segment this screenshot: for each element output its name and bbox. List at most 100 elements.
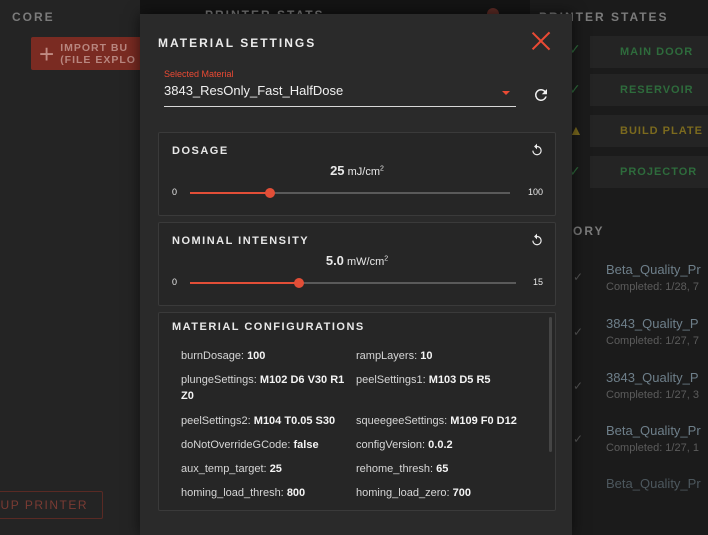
left-panel: [0, 0, 140, 535]
plus-icon: +: [39, 38, 55, 69]
reset-icon[interactable]: [530, 233, 544, 247]
config-value: 10: [420, 350, 433, 362]
close-icon[interactable]: [530, 30, 552, 52]
config-title: MATERIAL CONFIGURATIONS: [172, 321, 365, 333]
config-rehome-thresh: rehome_thresh: 65: [356, 461, 448, 477]
history-name: Beta_Quality_Pr: [606, 262, 701, 277]
setup-printer-button[interactable]: UP PRINTER: [0, 491, 103, 519]
intensity-card: NOMINAL INTENSITY 5.0 mW/cm2 0 15: [158, 222, 556, 306]
config-value: 100: [247, 350, 266, 362]
intensity-slider-thumb[interactable]: [293, 278, 304, 288]
history-date: Completed: 1/27, 7: [606, 335, 699, 347]
dosage-card: DOSAGE 25 mJ/cm2 0 100: [158, 132, 556, 216]
reset-icon[interactable]: [530, 143, 544, 157]
intensity-slider[interactable]: [190, 278, 516, 288]
config-value: false: [293, 439, 319, 451]
config-value: 700: [452, 487, 471, 499]
history-date: Completed: 1/27, 1: [606, 442, 699, 454]
intensity-min: 0: [172, 277, 178, 287]
config-plunge-settings: plungeSettings: M102 D6 V30 R1 Z0: [181, 372, 356, 404]
config-key: homing_load_zero:: [356, 487, 450, 499]
intensity-slider-fill: [190, 282, 299, 284]
intensity-value: 5.0: [325, 253, 344, 268]
config-value: 800: [286, 487, 306, 499]
dosage-slider-fill: [190, 192, 270, 194]
state-main-door[interactable]: MAIN DOOR: [590, 36, 708, 68]
dialog-title: MATERIAL SETTINGS: [158, 36, 317, 50]
config-value: 25: [269, 463, 282, 475]
history-name: Beta_Quality_Pr: [606, 476, 701, 491]
import-button-label: IMPORT BU (FILE EXPLO: [60, 41, 136, 66]
check-icon: ✓: [573, 270, 584, 284]
config-key: rampLayers:: [356, 350, 418, 362]
state-label: PROJECTOR: [620, 166, 698, 178]
config-value: 0.0.2: [428, 439, 453, 451]
dosage-slider[interactable]: [190, 188, 510, 198]
state-build-plate[interactable]: BUILD PLATE: [590, 115, 708, 147]
history-item[interactable]: Beta_Quality_Pr Completed: 1/27, 1: [606, 423, 708, 454]
intensity-value-display: 5.0 mW/cm2: [159, 253, 555, 268]
config-key: rehome_thresh:: [356, 463, 434, 475]
check-icon: ✓: [573, 379, 584, 393]
history-name: Beta_Quality_Pr: [606, 423, 701, 438]
history-item[interactable]: Beta_Quality_Pr Completed: 1/28, 7: [606, 262, 708, 293]
dosage-value-display: 25 mJ/cm2: [159, 163, 555, 178]
config-key: plungeSettings:: [181, 374, 257, 386]
config-value: M104 T0.05 S30: [253, 415, 336, 427]
history-name: 3843_Quality_P: [606, 370, 699, 385]
config-scrollbar[interactable]: [549, 317, 552, 452]
dosage-title: DOSAGE: [172, 145, 229, 157]
dosage-max: 100: [527, 187, 543, 197]
dosage-min: 0: [172, 187, 178, 197]
history-title: ORY: [573, 224, 605, 238]
config-do-not-override-gcode: doNotOverrideGCode: false: [181, 437, 319, 453]
config-burn-dosage: burnDosage: 100: [181, 348, 265, 364]
config-key: burnDosage:: [181, 350, 244, 362]
dosage-value: 25: [330, 163, 345, 178]
config-key: doNotOverrideGCode:: [181, 439, 291, 451]
config-aux-temp-target: aux_temp_target: 25: [181, 461, 282, 477]
state-label: RESERVOIR: [620, 84, 694, 96]
select-label: Selected Material: [164, 69, 234, 79]
dropdown-caret-icon[interactable]: [502, 91, 510, 95]
dosage-slider-thumb[interactable]: [265, 188, 275, 198]
config-homing-load-zero: homing_load_zero: 700: [356, 485, 471, 501]
material-settings-dialog: MATERIAL SETTINGS Selected Material 3843…: [140, 14, 572, 535]
config-value: M103 D5 R5: [428, 374, 491, 386]
select-value: 3843_ResOnly_Fast_HalfDose: [164, 83, 344, 98]
state-label: MAIN DOOR: [620, 46, 694, 58]
history-item[interactable]: 3843_Quality_P Completed: 1/27, 3: [606, 370, 708, 401]
config-version: configVersion: 0.0.2: [356, 437, 453, 453]
state-reservoir[interactable]: RESERVOIR: [590, 74, 708, 106]
history-date: Completed: 1/27, 3: [606, 389, 699, 401]
config-homing-load-thresh: homing_load_thresh: 800: [181, 485, 305, 501]
state-projector[interactable]: PROJECTOR: [590, 156, 708, 188]
config-value-wrap: Z0: [181, 390, 194, 402]
intensity-max: 15: [532, 277, 543, 287]
config-value: M102 D6 V30 R1: [259, 374, 345, 386]
state-label: BUILD PLATE: [620, 125, 703, 137]
material-select[interactable]: Selected Material 3843_ResOnly_Fast_Half…: [164, 69, 516, 107]
history-item[interactable]: Beta_Quality_Pr: [606, 476, 708, 491]
dosage-unit: mJ/cm: [347, 166, 380, 178]
history-item[interactable]: 3843_Quality_P Completed: 1/27, 7: [606, 316, 708, 347]
config-value: 65: [436, 463, 449, 475]
config-value: M109 F0 D12: [450, 415, 517, 427]
intensity-unit-exponent: 2: [384, 255, 389, 263]
intensity-title: NOMINAL INTENSITY: [172, 235, 310, 247]
import-button[interactable]: + IMPORT BU (FILE EXPLO: [31, 37, 151, 70]
config-squeegee-settings: squeegeeSettings: M109 F0 D12: [356, 413, 517, 429]
refresh-icon[interactable]: [532, 86, 550, 104]
material-config-card: MATERIAL CONFIGURATIONS burnDosage: 100 …: [158, 312, 556, 511]
history-name: 3843_Quality_P: [606, 316, 699, 331]
config-key: aux_temp_target:: [181, 463, 267, 475]
config-peel-settings-2: peelSettings2: M104 T0.05 S30: [181, 413, 335, 429]
config-ramp-layers: rampLayers: 10: [356, 348, 432, 364]
intensity-unit: mW/cm: [346, 256, 385, 268]
config-key: squeegeeSettings:: [356, 415, 448, 427]
config-key: peelSettings2:: [181, 415, 251, 427]
check-icon: ✓: [573, 325, 584, 339]
config-key: peelSettings1:: [356, 374, 426, 386]
config-peel-settings-1: peelSettings1: M103 D5 R5: [356, 372, 491, 388]
history-date: Completed: 1/28, 7: [606, 281, 699, 293]
